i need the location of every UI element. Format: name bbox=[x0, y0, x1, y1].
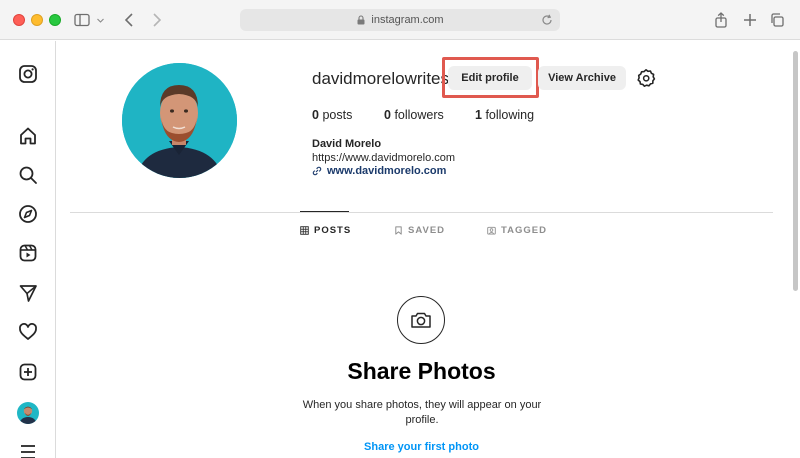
website-text: www.davidmorelo.com bbox=[327, 165, 447, 177]
bookmark-icon bbox=[395, 226, 402, 235]
explore-icon[interactable] bbox=[17, 203, 39, 225]
profile-avatar[interactable] bbox=[17, 402, 39, 424]
sidebar-nav bbox=[0, 41, 56, 458]
reels-icon[interactable] bbox=[17, 242, 39, 264]
tab-saved[interactable]: SAVED bbox=[394, 225, 445, 236]
edit-profile-button[interactable]: Edit profile bbox=[448, 66, 532, 90]
address-url: instagram.com bbox=[371, 14, 444, 26]
profile-full-name: David Morelo bbox=[312, 138, 382, 150]
messages-icon[interactable] bbox=[17, 282, 39, 304]
profile-website-link[interactable]: www.davidmorelo.com bbox=[312, 165, 446, 177]
tab-tagged-label: TAGGED bbox=[501, 225, 547, 236]
tagged-icon bbox=[487, 226, 496, 235]
tabs-overview-icon[interactable] bbox=[767, 10, 787, 30]
tab-posts-label: POSTS bbox=[314, 225, 352, 236]
search-icon[interactable] bbox=[17, 164, 39, 186]
following-stat[interactable]: 1 following bbox=[475, 108, 534, 122]
sidebar-toggle-icon[interactable] bbox=[72, 10, 92, 30]
chevron-down-icon[interactable] bbox=[94, 10, 106, 30]
link-icon bbox=[312, 166, 322, 176]
instagram-logo-icon[interactable] bbox=[17, 63, 39, 85]
tab-posts[interactable]: POSTS bbox=[300, 225, 351, 236]
posts-label: posts bbox=[322, 108, 353, 122]
tab-saved-label: SAVED bbox=[408, 225, 446, 236]
forward-icon[interactable] bbox=[146, 10, 166, 30]
settings-gear-icon[interactable] bbox=[636, 68, 656, 88]
share-icon[interactable] bbox=[711, 10, 731, 30]
followers-count: 0 bbox=[384, 108, 391, 122]
new-tab-icon[interactable] bbox=[740, 10, 760, 30]
profile-bio: https://www.davidmorelo.com bbox=[312, 152, 456, 164]
followers-label: followers bbox=[394, 108, 444, 122]
view-archive-button[interactable]: View Archive bbox=[538, 66, 626, 90]
page-scrollbar[interactable] bbox=[793, 51, 798, 291]
tabs-divider bbox=[70, 212, 773, 213]
minimize-window-button[interactable] bbox=[31, 14, 43, 26]
lock-icon bbox=[357, 15, 365, 25]
share-first-photo-link[interactable]: Share your first photo bbox=[0, 441, 800, 453]
browser-toolbar: instagram.com bbox=[0, 0, 800, 40]
following-label: following bbox=[485, 108, 535, 122]
posts-stat: 0 posts bbox=[312, 108, 352, 122]
following-count: 1 bbox=[475, 108, 482, 122]
empty-state-title: Share Photos bbox=[347, 358, 496, 384]
profile-picture[interactable] bbox=[122, 63, 237, 178]
address-bar[interactable]: instagram.com bbox=[240, 9, 560, 31]
tab-tagged[interactable]: TAGGED bbox=[487, 225, 547, 236]
close-window-button[interactable] bbox=[13, 14, 25, 26]
instagram-page: davidmorelowrites Edit profile View Arch… bbox=[0, 41, 800, 458]
camera-icon bbox=[397, 296, 445, 344]
active-tab-indicator bbox=[300, 211, 349, 212]
posts-count: 0 bbox=[312, 108, 319, 122]
back-icon[interactable] bbox=[120, 10, 140, 30]
profile-username: davidmorelowrites bbox=[312, 69, 449, 88]
notifications-icon[interactable] bbox=[17, 321, 39, 343]
home-icon[interactable] bbox=[17, 125, 39, 147]
reload-icon[interactable] bbox=[540, 13, 554, 27]
followers-stat[interactable]: 0 followers bbox=[384, 108, 444, 122]
zoom-window-button[interactable] bbox=[49, 14, 61, 26]
empty-state-description: When you share photos, they will appear … bbox=[302, 399, 542, 426]
grid-icon bbox=[300, 226, 309, 235]
